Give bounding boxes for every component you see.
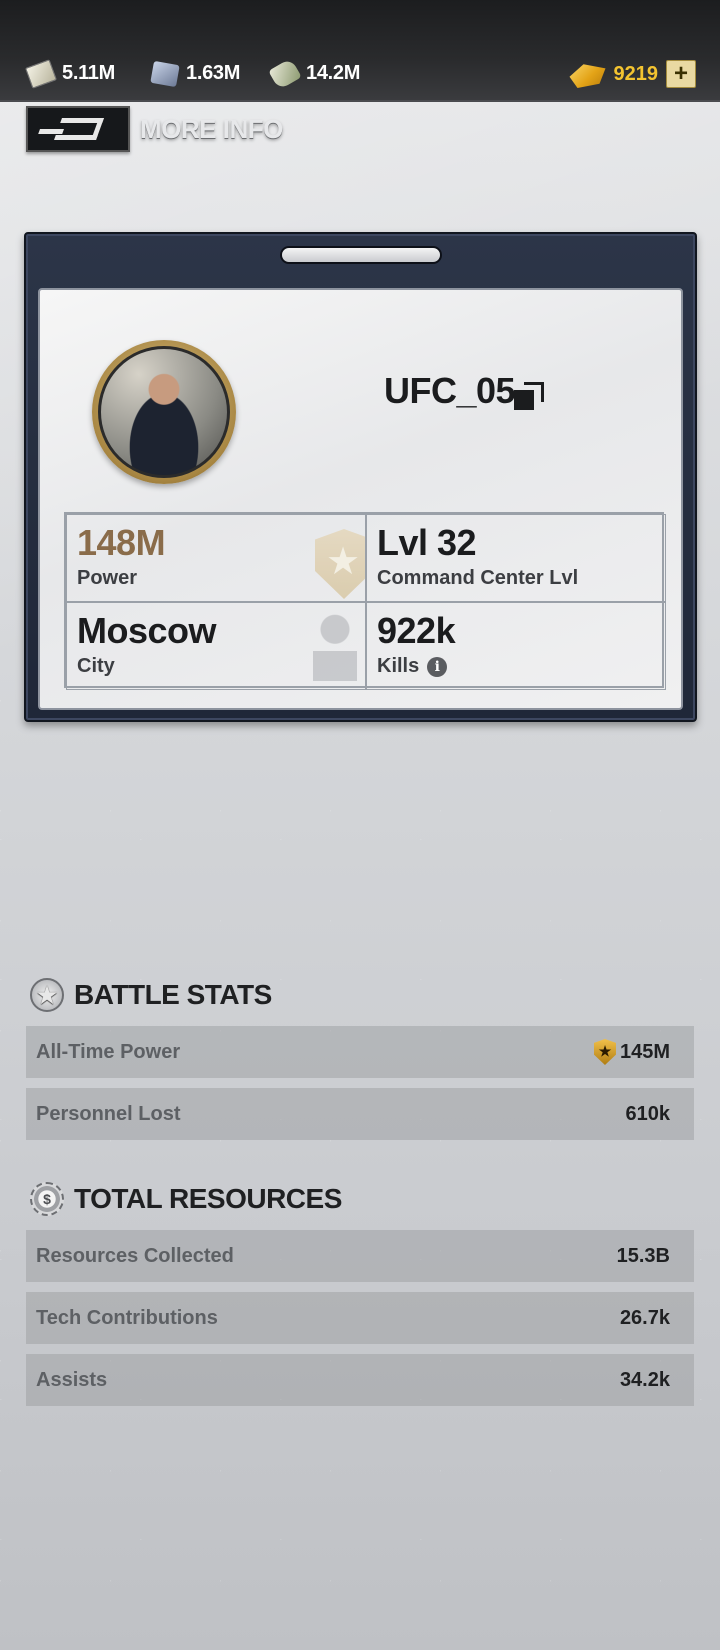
row-label: Tech Contributions: [36, 1306, 218, 1329]
kills-value: 922k: [377, 610, 456, 651]
profile-stats-grid: 148M Power Lvl 32 Command Center Lvl Mos…: [64, 512, 666, 690]
battle-stats-title: BATTLE STATS: [74, 979, 272, 1010]
gold-bars-icon: [569, 64, 606, 88]
avatar-photo: [98, 346, 230, 478]
star-icon: ★: [30, 978, 64, 1012]
gold-value: 9219: [613, 62, 659, 85]
resource-supply[interactable]: 1.63M: [150, 60, 241, 87]
username: UFC_05: [384, 370, 516, 411]
more-info-label: MORE INFO: [140, 113, 283, 144]
stat-row-personnel-lost: Personnel Lost 610k: [26, 1088, 694, 1140]
stat-row-resources-collected: Resources Collected 15.3B: [26, 1230, 694, 1282]
supply-value: 1.63M: [186, 62, 241, 84]
total-resources-header: $ TOTAL RESOURCES: [30, 1182, 342, 1216]
row-label: Personnel Lost: [36, 1102, 181, 1125]
resource-bar: 5.11M 1.63M 14.2M 9219 +: [0, 0, 720, 102]
gold-counter[interactable]: 9219 +: [566, 60, 696, 88]
command-center-value: Lvl 32: [377, 522, 477, 563]
power-label: Power: [77, 567, 138, 589]
stat-row-tech-contributions: Tech Contributions 26.7k: [26, 1292, 694, 1344]
row-value-wrap: ★ 145M: [593, 1039, 670, 1065]
fuel-icon: [268, 57, 302, 90]
stat-city: Moscow City: [66, 602, 366, 690]
row-label: Assists: [36, 1368, 108, 1391]
resource-fuel[interactable]: 14.2M: [268, 57, 361, 90]
total-resources-title: TOTAL RESOURCES: [74, 1183, 342, 1214]
coin-gear-icon: $: [30, 1182, 64, 1216]
stat-power: 148M Power: [66, 514, 366, 602]
command-center-label: Command Center Lvl: [377, 567, 579, 589]
power-value: 148M: [77, 522, 166, 563]
profile-card-inner: UFC_05 148M Power Lvl 32 Command Center …: [38, 288, 683, 710]
row-value: 145M: [619, 1040, 670, 1063]
copy-icon[interactable]: [514, 382, 544, 410]
info-icon[interactable]: i: [427, 656, 448, 677]
row-value: 610k: [625, 1102, 671, 1125]
city-building-icon: [307, 613, 363, 687]
kills-label: Kills: [377, 655, 420, 677]
row-value: 34.2k: [619, 1368, 670, 1391]
back-arrow-icon[interactable]: [26, 106, 130, 152]
row-value: 26.7k: [619, 1306, 670, 1329]
card-clip-slot: [280, 246, 442, 264]
stat-row-all-time-power: All-Time Power ★ 145M: [26, 1026, 694, 1078]
row-value: 15.3B: [616, 1244, 670, 1267]
stat-kills: 922k Kills i: [366, 602, 666, 690]
more-info-header[interactable]: MORE INFO: [26, 106, 283, 152]
profile-card: UFC_05 148M Power Lvl 32 Command Center …: [24, 232, 697, 722]
row-label: All-Time Power: [36, 1040, 181, 1063]
avatar[interactable]: [92, 340, 236, 484]
resource-cash[interactable]: 5.11M: [25, 58, 115, 89]
kills-label-row: Kills i: [377, 655, 655, 678]
fuel-value: 14.2M: [306, 62, 361, 84]
supply-cube-icon: [150, 60, 180, 87]
background-floor: [0, 700, 720, 1650]
stat-row-assists: Assists 34.2k: [26, 1354, 694, 1406]
stat-command-center: Lvl 32 Command Center Lvl: [366, 514, 666, 602]
battle-stats-header: ★ BATTLE STATS: [30, 978, 272, 1012]
cash-icon: [25, 58, 57, 89]
cash-value: 5.11M: [62, 62, 115, 84]
row-label: Resources Collected: [36, 1244, 234, 1267]
buy-gold-button[interactable]: +: [666, 60, 696, 88]
power-badge-icon: ★: [593, 1039, 616, 1065]
